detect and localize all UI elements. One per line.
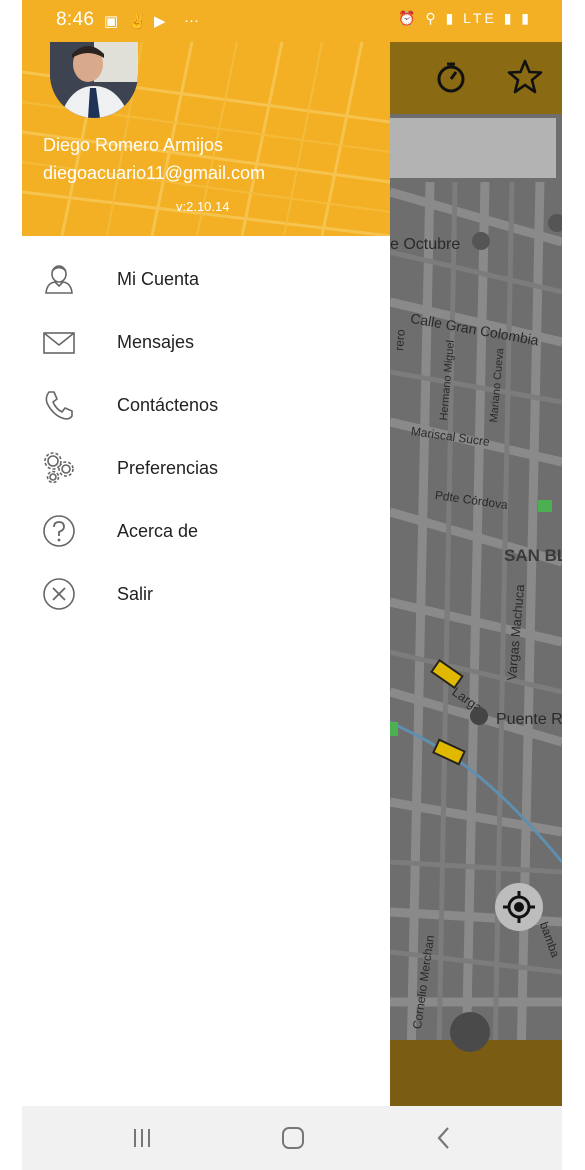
menu-item-contactenos[interactable]: Contáctenos <box>22 376 390 436</box>
menu-label: Mi Cuenta <box>117 269 200 289</box>
menu-item-preferencias[interactable]: Preferencias <box>22 439 390 499</box>
menu-item-acerca-de[interactable]: Acerca de <box>22 502 390 562</box>
back-icon[interactable] <box>428 1122 460 1154</box>
map-search-bar[interactable] <box>390 118 556 178</box>
envelope-icon <box>43 332 75 354</box>
menu-label: Salir <box>117 584 154 604</box>
car-button[interactable] <box>450 1012 490 1052</box>
timer-icon[interactable] <box>434 60 468 94</box>
map-label-puente: Puente R <box>496 711 562 728</box>
phone-screen: 8:46 ▣ ✌ ▶ ··· ⏰ ⚲ ▮ LTE ▮ ▮ e Octubre C… <box>22 0 562 1170</box>
map-pin-icon[interactable] <box>470 707 488 725</box>
gears-icon <box>44 452 74 484</box>
help-icon <box>43 515 75 547</box>
menu-label: Preferencias <box>117 458 219 478</box>
map-pin-icon[interactable] <box>548 214 562 232</box>
map-label-borrero: rero <box>392 328 408 352</box>
user-email: diegoacuario11@gmail.com <box>43 163 266 183</box>
status-bar: 8:46 ▣ ✌ ▶ ··· ⏰ ⚲ ▮ LTE ▮ ▮ <box>22 0 562 42</box>
status-time: 8:46 <box>56 9 95 30</box>
map-pin-icon[interactable] <box>472 232 490 250</box>
recent-apps-icon[interactable] <box>126 1122 158 1154</box>
more-icon: ··· <box>184 12 199 29</box>
menu-label: Acerca de <box>117 521 199 541</box>
navigation-drawer: Diego Romero Armijos diegoacuario11@gmai… <box>22 42 390 1106</box>
status-icons: ⏰ ⚲ ▮ LTE ▮ ▮ <box>398 10 532 26</box>
gallery-icon: ▣ <box>104 13 119 30</box>
system-nav-bar <box>22 1106 562 1170</box>
star-icon[interactable] <box>506 58 544 96</box>
map-label-octubre: e Octubre <box>390 236 461 253</box>
menu-label: Mensajes <box>117 332 195 352</box>
phone-icon <box>45 391 73 420</box>
app-version: v:2.10.14 <box>176 199 230 214</box>
user-icon <box>45 265 73 294</box>
menu-item-mensajes[interactable]: Mensajes <box>22 313 390 373</box>
notification-icon: ✌ <box>128 13 147 30</box>
crosshair-icon <box>503 891 535 923</box>
map-label-san-blas: SAN BL <box>504 546 562 565</box>
drawer-header: Diego Romero Armijos diegoacuario11@gmai… <box>22 42 390 236</box>
user-name: Diego Romero Armijos <box>43 135 224 155</box>
map-view[interactable] <box>390 42 562 1106</box>
my-location-button[interactable] <box>495 883 543 931</box>
menu-item-salir[interactable]: Salir <box>22 565 390 625</box>
menu-item-mi-cuenta[interactable]: Mi Cuenta <box>22 250 390 310</box>
home-icon[interactable] <box>277 1122 309 1154</box>
menu-label: Contáctenos <box>117 395 219 415</box>
play-icon: ▶ <box>154 13 166 30</box>
close-circle-icon <box>43 578 75 610</box>
